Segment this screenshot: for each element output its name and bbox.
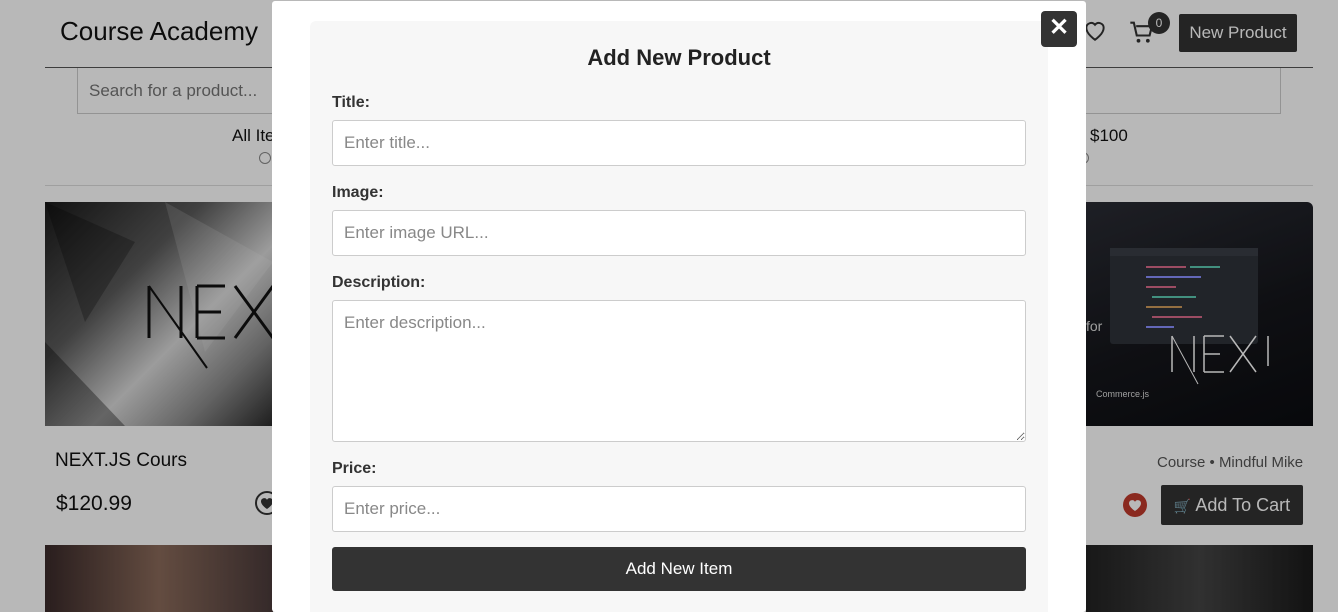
image-url-input[interactable] xyxy=(332,210,1026,256)
add-product-modal: ✕ Add New Product Title: Image: Descript… xyxy=(272,1,1086,612)
close-button[interactable]: ✕ xyxy=(1041,11,1077,47)
title-input[interactable] xyxy=(332,120,1026,166)
modal-title: Add New Product xyxy=(587,45,771,70)
image-label: Image: xyxy=(332,184,384,201)
description-textarea[interactable] xyxy=(332,300,1026,442)
price-input[interactable] xyxy=(332,486,1026,532)
title-label: Title: xyxy=(332,94,370,111)
description-label: Description: xyxy=(332,274,426,291)
price-label: Price: xyxy=(332,460,377,477)
add-new-item-button[interactable]: Add New Item xyxy=(332,547,1026,591)
